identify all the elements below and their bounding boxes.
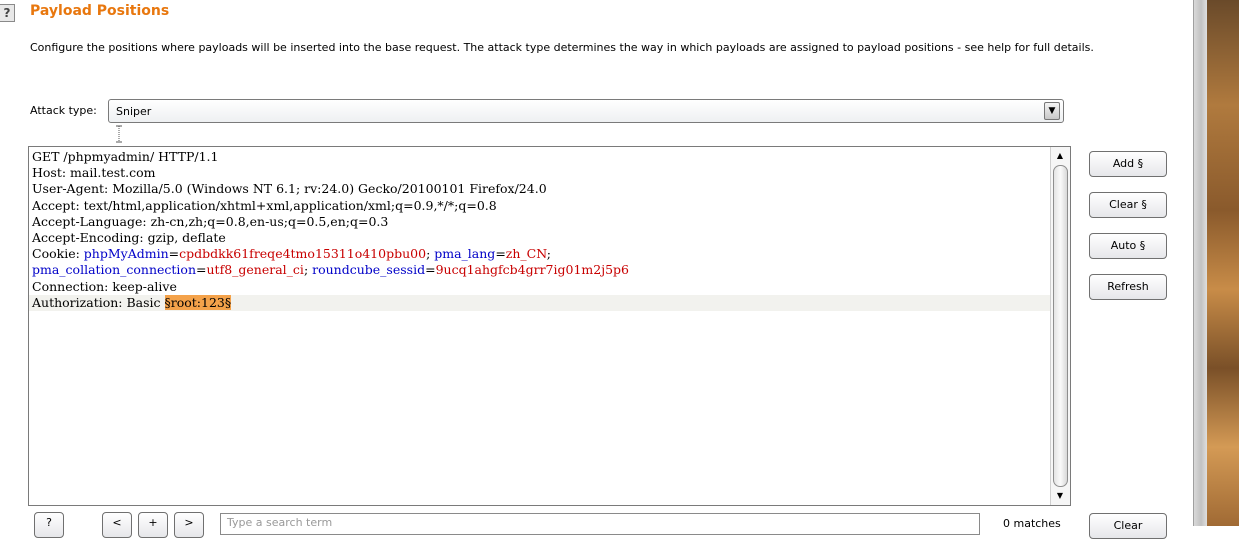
param-value: cpdbdkk61freqe4tmo15311o410pbu00 [179, 246, 427, 262]
request-text-segment: = [168, 246, 180, 262]
param-name: roundcube_sessid [312, 262, 426, 278]
refresh-button[interactable]: Refresh [1089, 274, 1167, 300]
request-text-segment: Connection: keep-alive [32, 278, 177, 294]
request-text-segment: = [495, 246, 506, 262]
request-text-segment: Accept-Encoding: gzip, deflate [32, 229, 226, 245]
request-text-segment: Cookie: [32, 246, 84, 262]
request-text-segment: ; [303, 262, 313, 278]
param-value: zh_CN [505, 246, 547, 262]
request-text-segment: Accept: text/html,application/xhtml+xml,… [32, 197, 497, 213]
request-text[interactable]: GET /phpmyadmin/ HTTP/1.1 Host: mail.test… [29, 149, 1050, 311]
param-name: pma_collation_connection [32, 262, 197, 278]
request-line[interactable]: Authorization: Basic §root:123§ [29, 294, 1050, 311]
param-name: phpMyAdmin [83, 246, 169, 262]
scroll-down-icon[interactable]: ▼ [1053, 489, 1067, 503]
chevron-down-icon[interactable]: ▼ [1044, 102, 1060, 120]
search-help-button[interactable]: ? [34, 512, 64, 538]
request-text-segment: Authorization: Basic [32, 294, 165, 310]
attack-type-select[interactable]: Sniper ▼ [108, 99, 1064, 123]
request-line[interactable]: Host: mail.test.com [29, 165, 1050, 181]
payload-marker: §root:123§ [164, 294, 232, 310]
request-text-segment: Host: mail.test.com [32, 165, 156, 181]
desktop-background [1207, 0, 1239, 526]
match-count: 0 matches [1003, 517, 1061, 530]
request-line[interactable]: Accept-Language: zh-cn,zh;q=0.8,en-us;q=… [29, 214, 1050, 230]
vertical-scrollbar[interactable]: ▲ ▼ [1050, 147, 1070, 505]
add-marker-button[interactable]: Add § [1089, 151, 1167, 177]
request-text-segment: = [196, 262, 207, 278]
attack-type-label: Attack type: [30, 104, 97, 117]
request-line[interactable]: Accept-Encoding: gzip, deflate [29, 230, 1050, 246]
search-add-button[interactable]: + [138, 512, 168, 538]
request-text-segment: GET /phpmyadmin/ HTTP/1.1 [32, 149, 219, 164]
auto-markers-button[interactable]: Auto § [1089, 233, 1167, 259]
request-editor[interactable]: GET /phpmyadmin/ HTTP/1.1 Host: mail.test… [28, 146, 1071, 506]
request-line[interactable]: Connection: keep-alive [29, 279, 1050, 295]
scrollbar-thumb[interactable] [1053, 165, 1068, 487]
param-value: utf8_general_ci [206, 262, 304, 278]
section-description: Configure the positions where payloads w… [30, 41, 1094, 54]
attack-type-value: Sniper [116, 105, 152, 118]
request-line[interactable]: Cookie: phpMyAdmin=cpdbdkk61freqe4tmo153… [29, 246, 1050, 262]
request-text-segment: ; [546, 246, 551, 262]
panel-divider[interactable] [1193, 0, 1208, 526]
request-text-segment: User-Agent: Mozilla/5.0 (Windows NT 6.1;… [32, 181, 547, 197]
clear-markers-button[interactable]: Clear § [1089, 192, 1167, 218]
scroll-up-icon[interactable]: ▲ [1053, 149, 1067, 163]
clear-search-button[interactable]: Clear [1089, 513, 1167, 539]
help-icon[interactable]: ? [0, 4, 15, 22]
section-title: Payload Positions [30, 3, 170, 19]
request-line[interactable]: Accept: text/html,application/xhtml+xml,… [29, 198, 1050, 214]
request-line[interactable]: GET /phpmyadmin/ HTTP/1.1 [29, 149, 1050, 165]
request-text-segment: Accept-Language: zh-cn,zh;q=0.8,en-us;q=… [32, 213, 389, 229]
search-input[interactable]: Type a search term [220, 513, 980, 535]
request-line[interactable]: User-Agent: Mozilla/5.0 (Windows NT 6.1;… [29, 181, 1050, 197]
text-cursor-icon [116, 125, 122, 143]
param-name: pma_lang [434, 246, 496, 262]
search-prev-button[interactable]: < [102, 512, 132, 538]
search-next-button[interactable]: > [174, 512, 204, 538]
param-value: 9ucq1ahgfcb4grr7ig01m2j5p6 [435, 262, 630, 278]
request-text-segment: = [425, 262, 436, 278]
request-line[interactable]: pma_collation_connection=utf8_general_ci… [29, 262, 1050, 278]
